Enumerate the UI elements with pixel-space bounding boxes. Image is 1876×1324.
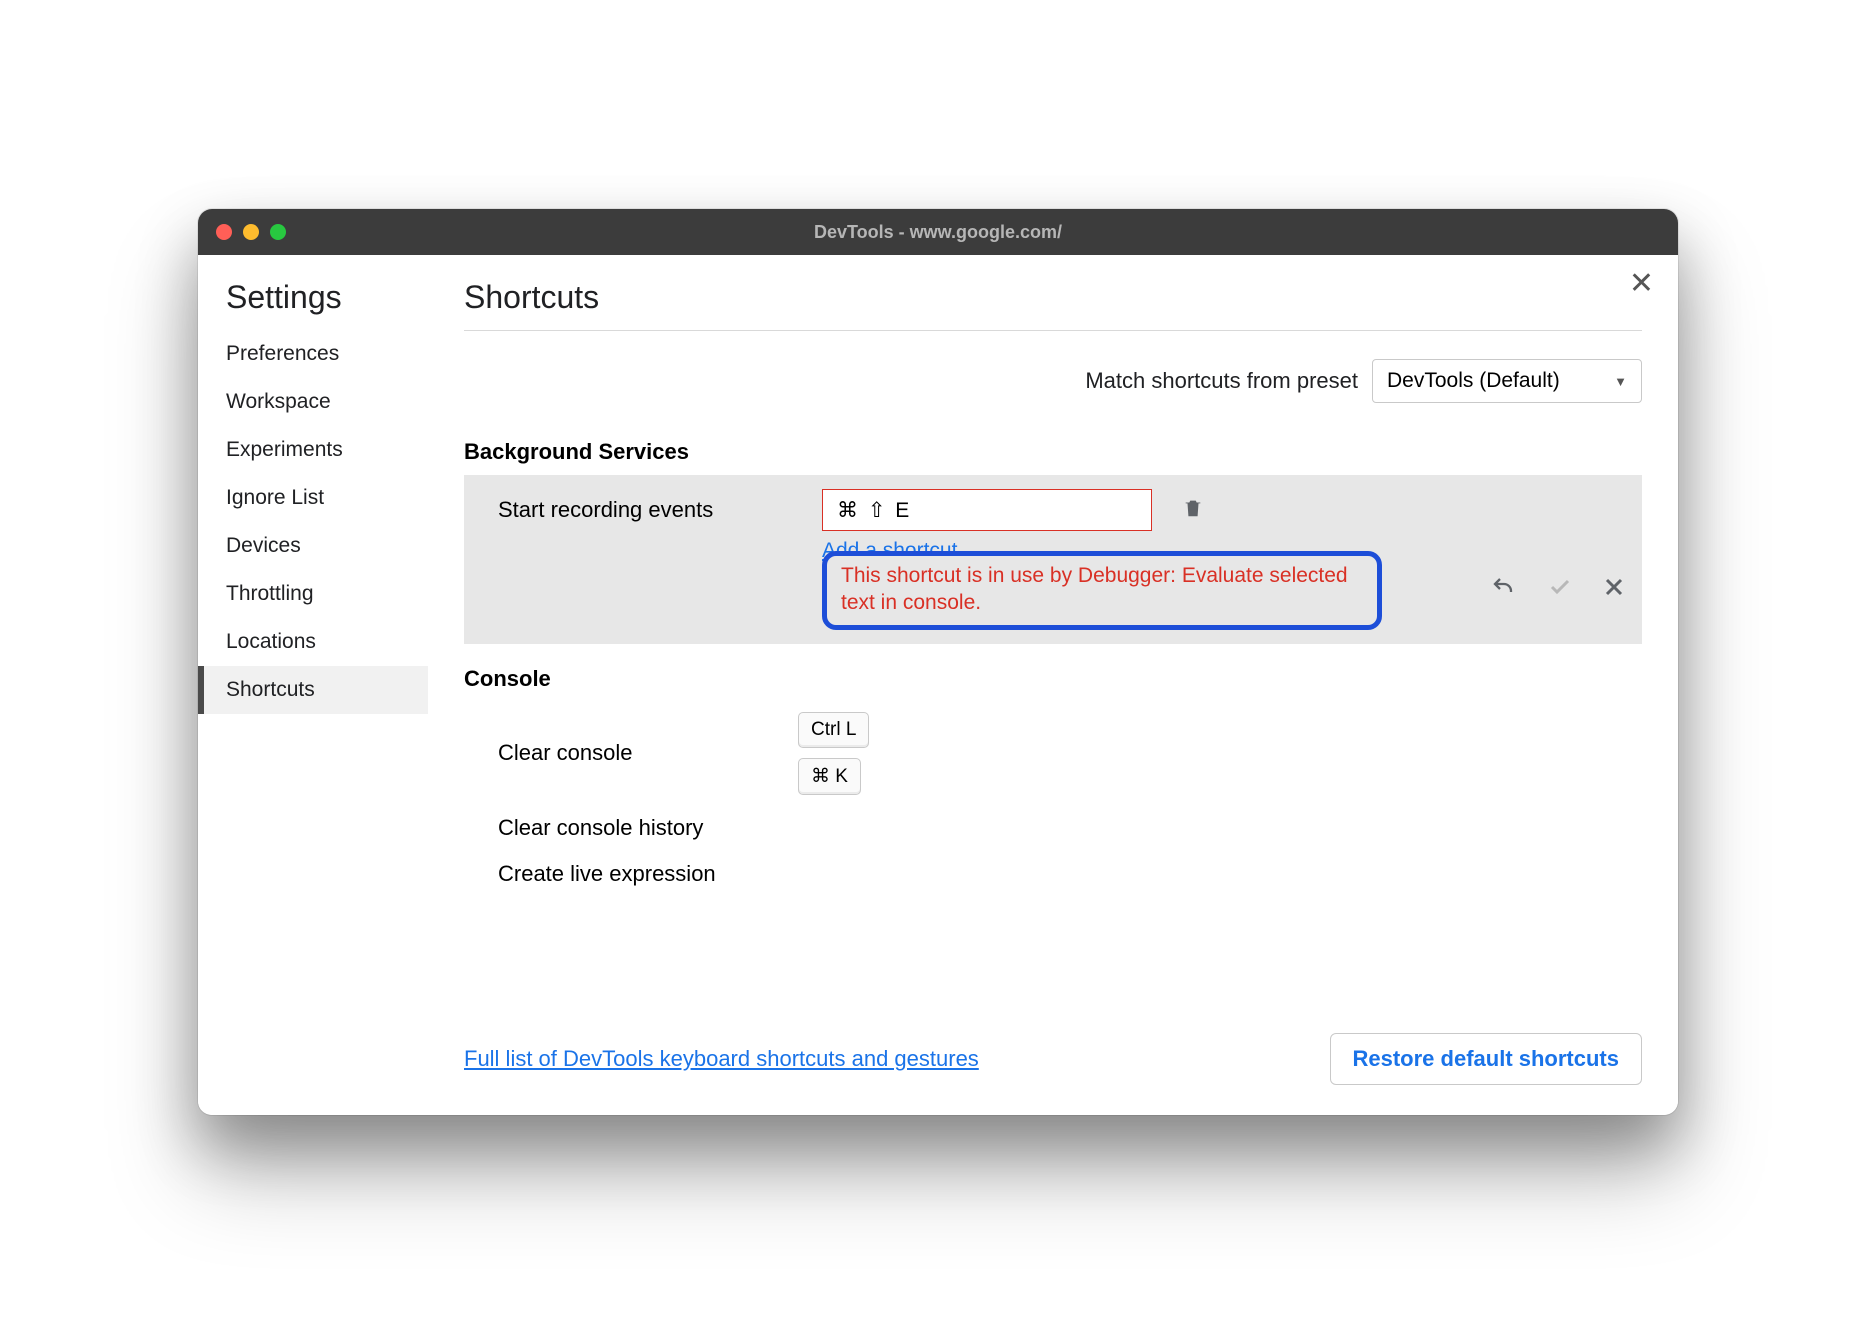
sidebar-item-throttling[interactable]: Throttling <box>198 570 428 618</box>
window-minimize-dot[interactable] <box>243 224 259 240</box>
devtools-window: DevTools - www.google.com/ ✕ Settings Pr… <box>198 209 1678 1115</box>
keycap: Ctrl L <box>798 712 869 748</box>
check-icon <box>1546 575 1574 599</box>
undo-button[interactable] <box>1488 575 1518 606</box>
section-heading-background-services: Background Services <box>464 439 1642 465</box>
close-settings-button[interactable]: ✕ <box>1629 269 1654 299</box>
window-title: DevTools - www.google.com/ <box>198 222 1678 243</box>
sidebar-item-preferences[interactable]: Preferences <box>198 330 428 378</box>
titlebar: DevTools - www.google.com/ <box>198 209 1678 255</box>
shortcut-action-label: Clear console history <box>498 815 798 841</box>
shortcut-editor: Start recording events ⌘ ⇧ E Add a short… <box>464 475 1642 644</box>
keycap: ⌘ K <box>798 758 861 795</box>
window-maximize-dot[interactable] <box>270 224 286 240</box>
close-icon <box>1602 575 1626 599</box>
preset-label: Match shortcuts from preset <box>1085 368 1358 394</box>
shortcut-row[interactable]: Clear console history <box>464 805 1642 851</box>
undo-icon <box>1488 575 1518 599</box>
chevron-down-icon: ▼ <box>1614 374 1627 389</box>
shortcut-action-label: Start recording events <box>498 497 798 523</box>
shortcut-row[interactable]: Create live expression <box>464 851 1642 897</box>
section-heading-console: Console <box>464 666 1642 692</box>
shortcut-conflict-warning: This shortcut is in use by Debugger: Eva… <box>822 551 1382 630</box>
sidebar-item-locations[interactable]: Locations <box>198 618 428 666</box>
full-shortcut-list-link[interactable]: Full list of DevTools keyboard shortcuts… <box>464 1046 979 1072</box>
delete-shortcut-button[interactable] <box>1182 496 1204 525</box>
shortcut-input-value: ⌘ ⇧ E <box>837 498 911 523</box>
cancel-button[interactable] <box>1602 575 1626 606</box>
shortcut-row[interactable]: Clear consoleCtrl L ⌘ K <box>464 702 1642 805</box>
confirm-button[interactable] <box>1546 575 1574 606</box>
settings-sidebar: Settings PreferencesWorkspaceExperiments… <box>198 255 428 1115</box>
shortcut-keys: Ctrl L ⌘ K <box>798 712 869 795</box>
sidebar-item-devices[interactable]: Devices <box>198 522 428 570</box>
sidebar-heading: Settings <box>226 279 428 316</box>
shortcut-action-label: Clear console <box>498 740 798 766</box>
page-title: Shortcuts <box>464 279 1642 316</box>
shortcut-action-label: Create live expression <box>498 861 798 887</box>
shortcut-input[interactable]: ⌘ ⇧ E <box>822 489 1152 531</box>
settings-main: Shortcuts Match shortcuts from preset De… <box>428 255 1678 1115</box>
sidebar-item-ignore-list[interactable]: Ignore List <box>198 474 428 522</box>
trash-icon <box>1182 496 1204 520</box>
window-close-dot[interactable] <box>216 224 232 240</box>
preset-select[interactable]: DevTools (Default) ▼ <box>1372 359 1642 403</box>
preset-value: DevTools (Default) <box>1387 369 1560 393</box>
divider <box>464 330 1642 331</box>
restore-defaults-button[interactable]: Restore default shortcuts <box>1330 1033 1643 1085</box>
sidebar-item-experiments[interactable]: Experiments <box>198 426 428 474</box>
sidebar-item-shortcuts[interactable]: Shortcuts <box>198 666 428 714</box>
sidebar-item-workspace[interactable]: Workspace <box>198 378 428 426</box>
